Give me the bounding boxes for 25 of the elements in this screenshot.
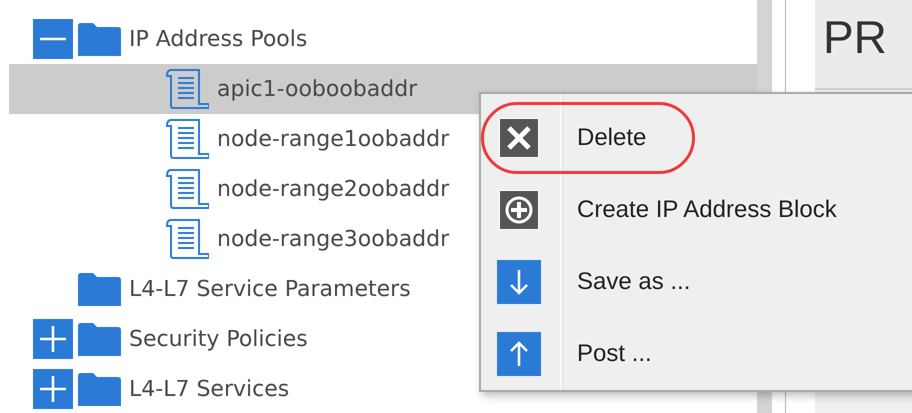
- tree-item-label: L4-L7 Service Parameters: [129, 276, 411, 302]
- panel-heading: PR: [823, 11, 887, 63]
- close-icon: [499, 118, 539, 158]
- tree-item-label: node-range1oobaddr: [217, 126, 450, 152]
- collapse-icon[interactable]: [33, 19, 73, 59]
- document-icon: [165, 218, 209, 260]
- document-icon: [165, 168, 209, 210]
- tree-item-label: apic1-ooboobaddr: [217, 76, 418, 102]
- tree-item[interactable]: IP Address Pools: [9, 14, 757, 64]
- expand-icon[interactable]: [33, 319, 73, 359]
- expand-icon[interactable]: [33, 369, 73, 409]
- tree-item-label: node-range2oobaddr: [217, 176, 450, 202]
- document-icon: [165, 118, 209, 160]
- menu-item[interactable]: Save as ...: [481, 246, 912, 318]
- document-icon: [165, 68, 209, 110]
- folder-icon: [78, 22, 121, 56]
- folder-icon: [78, 272, 121, 306]
- tree-item-label: Security Policies: [129, 326, 308, 352]
- folder-icon: [78, 372, 121, 406]
- tree-item-label: node-range3oobaddr: [217, 226, 450, 252]
- folder-icon: [78, 322, 121, 356]
- tree-item-label: L4-L7 Services: [129, 376, 290, 402]
- tree-item-label: IP Address Pools: [129, 26, 308, 52]
- menu-item[interactable]: Create IP Address Block: [481, 174, 912, 246]
- add-icon: [499, 190, 539, 230]
